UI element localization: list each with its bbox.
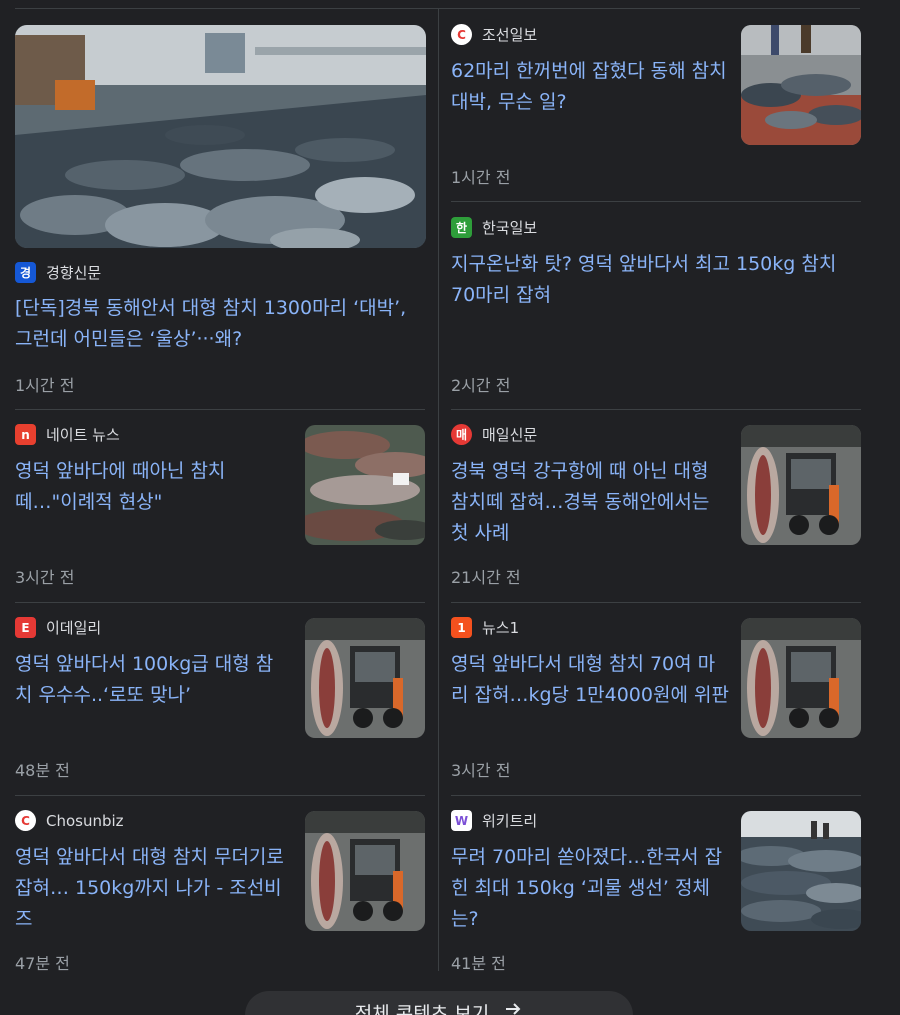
article-thumbnail[interactable] <box>305 811 425 931</box>
view-all-label: 전체 콘텐츠 보기 <box>354 1003 490 1015</box>
column-divider <box>438 8 439 971</box>
source-row: 경 경향신문 <box>15 262 101 283</box>
source-name: 네이트 뉴스 <box>46 426 120 444</box>
source-name: 한국일보 <box>482 219 538 237</box>
article-time: 48분 전 <box>15 761 70 780</box>
source-row: n 네이트 뉴스 <box>15 424 120 445</box>
article-title-link[interactable]: 지구온난화 탓? 영덕 앞바다서 최고 150kg 참치 70마리 잡혀 <box>451 249 861 311</box>
article-image[interactable] <box>15 25 426 248</box>
article-time: 41분 전 <box>451 954 506 973</box>
source-favicon-icon: 한 <box>451 217 472 238</box>
source-favicon-icon: W <box>451 810 472 831</box>
article-time: 47분 전 <box>15 954 70 973</box>
source-favicon-icon: C <box>15 810 36 831</box>
source-name: 매일신문 <box>482 426 538 444</box>
article-thumbnail[interactable] <box>741 425 861 545</box>
source-name: Chosunbiz <box>46 811 124 830</box>
source-row: 한 한국일보 <box>451 217 537 238</box>
article-title-link[interactable]: 영덕 앞바다서 100kg급 대형 참치 우수수..‘로또 맞나’ <box>15 649 287 711</box>
article-time: 21시간 전 <box>451 568 521 587</box>
source-name: 이데일리 <box>46 619 102 637</box>
article-title-link[interactable]: 영덕 앞바다서 대형 참치 무더기로 잡혀… 150kg까지 나가 - 조선비즈 <box>15 842 295 935</box>
article-thumbnail[interactable] <box>741 25 861 145</box>
source-name: 위키트리 <box>482 812 538 830</box>
source-row: C 조선일보 <box>451 24 537 45</box>
row-divider <box>15 409 425 410</box>
article-title-link[interactable]: 무려 70마리 쏟아졌다…한국서 잡힌 최대 150kg ‘괴물 생선’ 정체는… <box>451 842 731 935</box>
view-all-content-button[interactable]: 전체 콘텐츠 보기 <box>245 991 633 1015</box>
source-row: W 위키트리 <box>451 810 537 831</box>
arrow-right-icon <box>503 999 523 1015</box>
source-row: 1 뉴스1 <box>451 617 519 638</box>
article-time: 1시간 전 <box>15 376 75 395</box>
source-favicon-icon: 1 <box>451 617 472 638</box>
article-thumbnail[interactable] <box>305 425 425 545</box>
source-row: C Chosunbiz <box>15 810 124 831</box>
source-favicon-icon: C <box>451 24 472 45</box>
article-thumbnail[interactable] <box>741 811 861 931</box>
source-favicon-icon: 경 <box>15 262 36 283</box>
row-divider <box>15 602 425 603</box>
row-divider <box>451 201 861 202</box>
row-divider <box>451 602 861 603</box>
article-title-link[interactable]: 경북 영덕 강구항에 때 아닌 대형 참치떼 잡혀…경북 동해안에서는 첫 사례 <box>451 456 731 549</box>
row-divider <box>451 409 861 410</box>
article-thumbnail[interactable] <box>305 618 425 738</box>
article-title-link[interactable]: [단독]경북 동해안서 대형 참치 1300마리 ‘대박’, 그런데 어민들은 … <box>15 293 425 355</box>
row-divider <box>451 795 861 796</box>
source-favicon-icon: E <box>15 617 36 638</box>
source-favicon-icon: 매 <box>451 424 472 445</box>
article-title-link[interactable]: 영덕 앞바다에 때아닌 참치떼…"이례적 현상" <box>15 456 287 518</box>
article-time: 3시간 전 <box>451 761 511 780</box>
source-name: 뉴스1 <box>482 619 520 637</box>
article-title-link[interactable]: 영덕 앞바다서 대형 참치 70여 마리 잡혀…kg당 1만4000원에 위판 <box>451 649 731 711</box>
article-time: 2시간 전 <box>451 376 511 395</box>
row-divider <box>15 795 425 796</box>
article-time: 1시간 전 <box>451 168 511 187</box>
source-name: 조선일보 <box>482 26 538 44</box>
source-row: 매 매일신문 <box>451 424 537 445</box>
source-name: 경향신문 <box>46 264 102 282</box>
source-favicon-icon: n <box>15 424 36 445</box>
article-title-link[interactable]: 62마리 한꺼번에 잡혔다 동해 참치 대박, 무슨 일? <box>451 56 729 118</box>
article-time: 3시간 전 <box>15 568 75 587</box>
article-thumbnail[interactable] <box>741 618 861 738</box>
source-row: E 이데일리 <box>15 617 101 638</box>
